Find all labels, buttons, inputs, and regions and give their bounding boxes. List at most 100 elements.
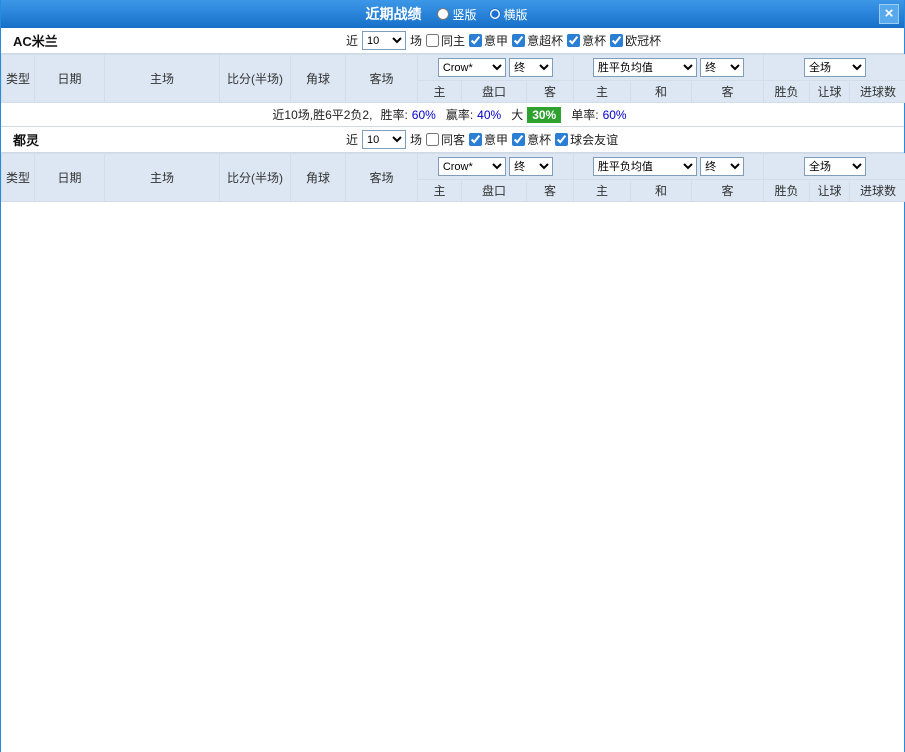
filter-label: 意甲 <box>484 132 509 147</box>
handicap-controls: Crow* 终 <box>417 54 574 81</box>
filter-球会友谊[interactable]: 球会友谊 <box>555 131 618 148</box>
col-euro-home: 主 <box>573 80 631 103</box>
col-ah-home: 主 <box>417 80 462 103</box>
col-home: 主场 <box>104 54 220 103</box>
filter-意杯[interactable]: 意杯 <box>512 131 551 148</box>
layout-horizontal-label: 横版 <box>503 7 528 22</box>
col-type: 类型 <box>1 153 35 202</box>
col-result: 胜负 <box>763 179 810 202</box>
filter-checkbox[interactable] <box>512 33 526 47</box>
avg-odds-select[interactable]: 胜平负均值 <box>592 157 697 176</box>
single-rate-label: 单率: <box>571 108 599 122</box>
scope-select[interactable]: 全场 <box>804 157 866 176</box>
col-goals-result: 进球数 <box>849 179 905 202</box>
single-rate-value: 60% <box>602 107 627 122</box>
filter-label: 同客 <box>441 132 466 147</box>
milan-section: AC米兰 近 10 场 同主 意甲 意超杯 意杯 欧冠杯 类型 日期 主场 比分(半场)… <box>1 28 905 127</box>
summary-record: 近10场,胜6平2负2, <box>272 108 373 122</box>
col-euro-home: 主 <box>573 179 631 202</box>
filter-group: 近 10 场 同主 意甲 意超杯 意杯 欧冠杯 <box>346 31 665 50</box>
layout-vertical-radio[interactable] <box>437 8 450 20</box>
col-away: 客场 <box>345 153 418 202</box>
filter-label: 意杯 <box>582 33 607 48</box>
col-euro-away: 客 <box>691 80 764 103</box>
filter-label: 同主 <box>441 33 466 48</box>
matches-label: 场 <box>410 34 423 48</box>
filter-checkbox[interactable] <box>512 132 526 146</box>
big-rate-badge: 30% <box>527 106 562 123</box>
odds-source-select[interactable]: Crow* <box>437 58 506 77</box>
titlebar: 近期战绩 竖版 横版 × <box>1 0 904 28</box>
filter-同主[interactable]: 同主 <box>426 32 465 49</box>
col-date: 日期 <box>34 54 105 103</box>
layout-vertical-option[interactable]: 竖版 <box>437 6 477 23</box>
team-name: AC米兰 <box>13 34 58 49</box>
col-ah-away: 客 <box>526 179 574 202</box>
col-away: 客场 <box>345 54 418 103</box>
torino-results-table: 类型 日期 主场 比分(半场) 角球 客场 Crow* 终 胜平负均值 终 全场 <box>1 153 905 202</box>
scope-controls: 全场 <box>763 153 905 180</box>
filter-意甲[interactable]: 意甲 <box>469 32 508 49</box>
col-handicap-result: 让球 <box>809 80 850 103</box>
win-rate-label: 胜率: <box>380 108 408 122</box>
near-label: 近 <box>346 34 359 48</box>
odds-time-select[interactable]: 终 <box>509 157 554 176</box>
col-ah-away: 客 <box>526 80 574 103</box>
filter-checkbox[interactable] <box>610 33 624 47</box>
filter-checkbox[interactable] <box>567 33 581 47</box>
filter-label: 意甲 <box>484 33 509 48</box>
big-label: 大 <box>511 108 524 122</box>
avg-odds-select[interactable]: 胜平负均值 <box>592 58 697 77</box>
col-home: 主场 <box>104 153 220 202</box>
filter-checkbox[interactable] <box>555 132 569 146</box>
layout-vertical-label: 竖版 <box>452 7 477 22</box>
filter-同客[interactable]: 同客 <box>426 131 465 148</box>
cover-rate-label: 赢率: <box>445 108 474 122</box>
layout-horizontal-radio[interactable] <box>488 8 501 20</box>
handicap-controls: Crow* 终 <box>417 153 574 180</box>
odds-source-select[interactable]: Crow* <box>437 157 506 176</box>
filter-label: 意杯 <box>527 132 552 147</box>
col-score: 比分(半场) <box>219 153 291 202</box>
filter-checkbox[interactable] <box>426 132 440 146</box>
odds-time-select[interactable]: 终 <box>509 58 554 77</box>
filter-欧冠杯[interactable]: 欧冠杯 <box>610 32 661 49</box>
cover-rate-value: 40% <box>477 107 502 122</box>
near-label: 近 <box>346 133 359 147</box>
scope-select[interactable]: 全场 <box>804 58 866 77</box>
col-corners: 角球 <box>290 54 346 103</box>
torino-section: 都灵 近 10 场 同客 意甲 意杯 球会友谊 类型 日期 主场 比分(半场) 角球 … <box>1 127 905 202</box>
avg-time-select[interactable]: 终 <box>700 157 745 176</box>
col-ah-home: 主 <box>417 179 462 202</box>
win-rate-value: 60% <box>411 107 436 122</box>
milan-section-header: AC米兰 近 10 场 同主 意甲 意超杯 意杯 欧冠杯 <box>1 28 904 54</box>
col-date: 日期 <box>34 153 105 202</box>
col-handicap: 盘口 <box>461 80 527 103</box>
filter-label: 欧冠杯 <box>625 33 662 48</box>
filter-label: 意超杯 <box>527 33 564 48</box>
col-type: 类型 <box>1 54 35 103</box>
window-title: 近期战绩 <box>365 6 422 22</box>
filter-checkbox[interactable] <box>469 132 483 146</box>
col-goals-result: 进球数 <box>849 80 905 103</box>
filter-checkbox[interactable] <box>469 33 483 47</box>
scope-controls: 全场 <box>763 54 905 81</box>
filter-意甲[interactable]: 意甲 <box>469 131 508 148</box>
match-count-select[interactable]: 10 <box>362 31 407 50</box>
layout-horizontal-option[interactable]: 横版 <box>488 6 528 23</box>
avg-controls: 胜平负均值 终 <box>573 54 764 81</box>
col-handicap: 盘口 <box>461 179 527 202</box>
col-euro-draw: 和 <box>630 80 692 103</box>
avg-time-select[interactable]: 终 <box>700 58 745 77</box>
milan-results-table: 类型 日期 主场 比分(半场) 角球 客场 Crow* 终 胜平负均值 终 全场 <box>1 54 905 103</box>
torino-section-header: 都灵 近 10 场 同客 意甲 意杯 球会友谊 <box>1 127 904 153</box>
col-euro-draw: 和 <box>630 179 692 202</box>
filter-意超杯[interactable]: 意超杯 <box>512 32 563 49</box>
col-handicap-result: 让球 <box>809 179 850 202</box>
match-count-select[interactable]: 10 <box>362 130 407 149</box>
filter-checkbox[interactable] <box>426 33 440 47</box>
avg-controls: 胜平负均值 终 <box>573 153 764 180</box>
close-icon[interactable]: × <box>879 4 899 24</box>
filter-意杯[interactable]: 意杯 <box>567 32 606 49</box>
milan-summary: 近10场,胜6平2负2, 胜率: 60% 赢率: 40% 大 30% 单率: 60% <box>1 103 904 127</box>
